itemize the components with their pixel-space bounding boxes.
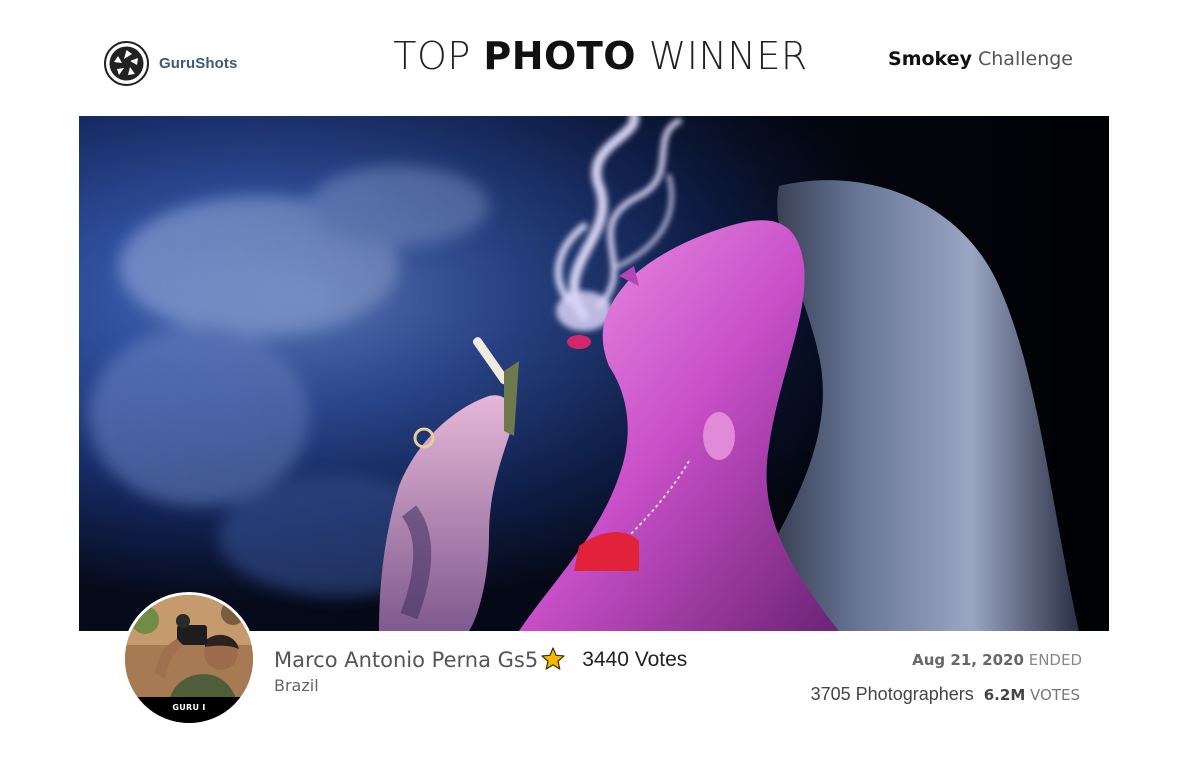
challenge-status: ENDED [1028,651,1082,669]
photo-votes: 3440 Votes [582,648,688,671]
winning-photo-image [79,116,1109,631]
star-icon [541,647,565,670]
challenge-end-date: Aug 21, 2020 [912,651,1024,669]
photographer-name[interactable]: Marco Antonio Perna Gs5 [274,648,538,672]
title-part-winner: WINNER [648,34,808,78]
total-votes-value: 6.2M [983,686,1026,704]
photographer-avatar[interactable]: GURU I [122,592,256,726]
challenge-name: Smokey [888,48,972,70]
avatar-image: GURU I [125,595,253,723]
title-part-top: TOP [393,34,471,78]
challenge-title[interactable]: Smokey Challenge [888,48,1073,70]
total-votes-suffix: VOTES [1030,686,1080,704]
winning-photo[interactable] [79,116,1109,631]
total-votes: 6.2M VOTES [984,686,1080,704]
photographer-info: Marco Antonio Perna Gs5 3440 Votes [274,647,688,672]
photographers-count: 3705 Photographers [810,684,974,704]
challenge-suffix: Challenge [978,48,1073,70]
challenge-stats: 3705 Photographers 6.2M VOTES [811,684,1080,705]
title-part-photo: PHOTO [483,34,637,78]
photographer-country: Brazil [274,676,319,695]
rank-badge: GURU I [125,697,253,723]
challenge-date-status: Aug 21, 2020 ENDED [912,651,1082,669]
